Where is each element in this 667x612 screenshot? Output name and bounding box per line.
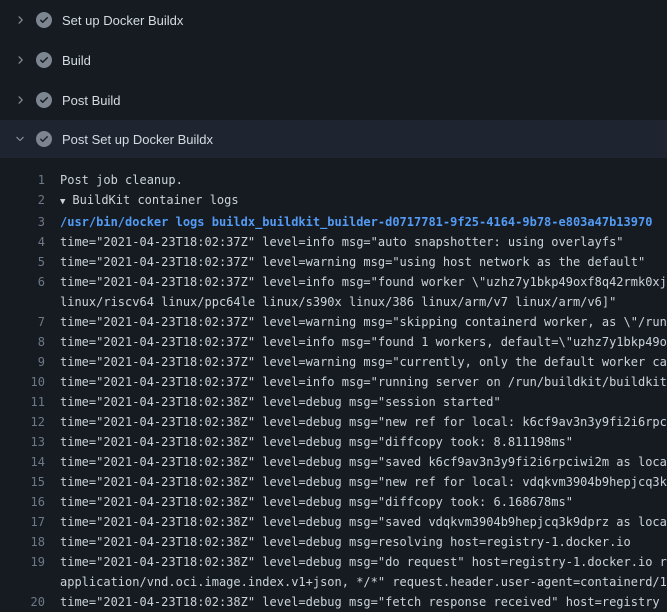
log-line: 12 ▼ time="2021-04-23T18:02:38Z" level=d…	[0, 412, 667, 432]
step-label: Build	[62, 53, 91, 68]
step-log-output: 1 ▼ Post job cleanup. 2 ▼ BuildKit conta…	[0, 158, 667, 612]
log-line-number[interactable]: 4	[0, 232, 45, 252]
log-line-number[interactable]: 8	[0, 332, 45, 352]
log-line: 5 ▼ time="2021-04-23T18:02:37Z" level=wa…	[0, 252, 667, 272]
log-line-number[interactable]: 3	[0, 212, 45, 232]
chevron-down-icon	[14, 133, 26, 145]
log-line-number[interactable]: 20	[0, 592, 45, 612]
log-lines: 1 ▼ Post job cleanup. 2 ▼ BuildKit conta…	[0, 170, 667, 612]
step-setup-docker-buildx[interactable]: Set up Docker Buildx	[0, 0, 667, 40]
log-line: 4 ▼ time="2021-04-23T18:02:37Z" level=in…	[0, 232, 667, 252]
log-line: 13 ▼ time="2021-04-23T18:02:38Z" level=d…	[0, 432, 667, 452]
log-line-number[interactable]: 12	[0, 412, 45, 432]
log-line-text: time="2021-04-23T18:02:38Z" level=debug …	[45, 412, 667, 432]
log-line-text: time="2021-04-23T18:02:38Z" level=debug …	[45, 392, 501, 412]
log-line: ▼ application/vnd.oci.image.index.v1+jso…	[0, 572, 667, 592]
log-line: 18 ▼ time="2021-04-23T18:02:38Z" level=d…	[0, 532, 667, 552]
job-steps-panel: Set up Docker Buildx Build Post Build Po…	[0, 0, 667, 612]
log-line-text: time="2021-04-23T18:02:38Z" level=debug …	[45, 452, 667, 472]
log-line[interactable]: 2 ▼ BuildKit container logs	[0, 190, 667, 212]
log-line-text: time="2021-04-23T18:02:38Z" level=debug …	[45, 532, 631, 552]
log-line-number[interactable]: 13	[0, 432, 45, 452]
log-line-text: time="2021-04-23T18:02:37Z" level=info m…	[45, 232, 624, 252]
log-line-number[interactable]: 17	[0, 512, 45, 532]
log-line-text: BuildKit container logs	[65, 190, 238, 210]
log-line-number[interactable]: 14	[0, 452, 45, 472]
log-line-text: time="2021-04-23T18:02:37Z" level=info m…	[45, 372, 667, 392]
log-line-text: time="2021-04-23T18:02:38Z" level=debug …	[45, 552, 667, 572]
chevron-right-icon	[14, 14, 26, 26]
step-label: Post Build	[62, 93, 121, 108]
log-line-text: time="2021-04-23T18:02:38Z" level=debug …	[45, 592, 660, 612]
log-line-text: time="2021-04-23T18:02:37Z" level=warnin…	[45, 312, 667, 332]
log-line: 8 ▼ time="2021-04-23T18:02:37Z" level=in…	[0, 332, 667, 352]
log-line-number[interactable]: 11	[0, 392, 45, 412]
log-line-text: time="2021-04-23T18:02:37Z" level=warnin…	[45, 252, 645, 272]
log-line: 14 ▼ time="2021-04-23T18:02:38Z" level=d…	[0, 452, 667, 472]
log-line: 19 ▼ time="2021-04-23T18:02:38Z" level=d…	[0, 552, 667, 572]
check-circle-icon	[36, 92, 52, 108]
check-circle-icon	[36, 12, 52, 28]
log-line: 15 ▼ time="2021-04-23T18:02:38Z" level=d…	[0, 472, 667, 492]
log-line: 16 ▼ time="2021-04-23T18:02:38Z" level=d…	[0, 492, 667, 512]
log-line-text: time="2021-04-23T18:02:38Z" level=debug …	[45, 512, 667, 532]
log-line-number[interactable]: 7	[0, 312, 45, 332]
log-line: 9 ▼ time="2021-04-23T18:02:37Z" level=wa…	[0, 352, 667, 372]
log-line: 7 ▼ time="2021-04-23T18:02:37Z" level=wa…	[0, 312, 667, 332]
log-line-number[interactable]: 10	[0, 372, 45, 392]
log-line-text: time="2021-04-23T18:02:38Z" level=debug …	[45, 432, 573, 452]
chevron-right-icon	[14, 54, 26, 66]
log-line-text: time="2021-04-23T18:02:37Z" level=warnin…	[45, 352, 667, 372]
step-label: Set up Docker Buildx	[62, 13, 183, 28]
log-line: 11 ▼ time="2021-04-23T18:02:38Z" level=d…	[0, 392, 667, 412]
log-line: 17 ▼ time="2021-04-23T18:02:38Z" level=d…	[0, 512, 667, 532]
log-line: 10 ▼ time="2021-04-23T18:02:37Z" level=i…	[0, 372, 667, 392]
log-line: ▼ linux/riscv64 linux/ppc64le linux/s390…	[0, 292, 667, 312]
log-line-text: /usr/bin/docker logs buildx_buildkit_bui…	[45, 212, 652, 232]
log-line-text: time="2021-04-23T18:02:38Z" level=debug …	[45, 492, 573, 512]
log-line-text: time="2021-04-23T18:02:38Z" level=debug …	[45, 472, 667, 492]
log-line-number[interactable]: 6	[0, 272, 45, 292]
log-line-number[interactable]: 19	[0, 552, 45, 572]
log-line-number[interactable]: 1	[0, 170, 45, 190]
check-circle-icon	[36, 131, 52, 147]
log-line: 6 ▼ time="2021-04-23T18:02:37Z" level=in…	[0, 272, 667, 292]
log-line-number[interactable]: 9	[0, 352, 45, 372]
step-post-build[interactable]: Post Build	[0, 80, 667, 120]
log-line: 20 ▼ time="2021-04-23T18:02:38Z" level=d…	[0, 592, 667, 612]
log-line-number[interactable]: 2	[0, 190, 45, 210]
log-line-text: time="2021-04-23T18:02:37Z" level=info m…	[45, 272, 667, 292]
log-line-text: application/vnd.oci.image.index.v1+json,…	[45, 572, 667, 592]
log-line-number[interactable]: 18	[0, 532, 45, 552]
log-line-text: time="2021-04-23T18:02:37Z" level=info m…	[45, 332, 667, 352]
log-line: 1 ▼ Post job cleanup.	[0, 170, 667, 190]
log-line-number[interactable]: 15	[0, 472, 45, 492]
log-line-text: linux/riscv64 linux/ppc64le linux/s390x …	[45, 292, 616, 312]
log-line: 3 ▼ /usr/bin/docker logs buildx_buildkit…	[0, 212, 667, 232]
step-label: Post Set up Docker Buildx	[62, 132, 213, 147]
log-line-number[interactable]: 5	[0, 252, 45, 272]
check-circle-icon	[36, 52, 52, 68]
step-build[interactable]: Build	[0, 40, 667, 80]
log-line-number[interactable]: 16	[0, 492, 45, 512]
log-line-text: Post job cleanup.	[45, 170, 183, 190]
chevron-right-icon	[14, 94, 26, 106]
step-post-setup-docker-buildx[interactable]: Post Set up Docker Buildx	[0, 120, 667, 158]
log-group-caret-icon[interactable]: ▼	[45, 192, 65, 212]
